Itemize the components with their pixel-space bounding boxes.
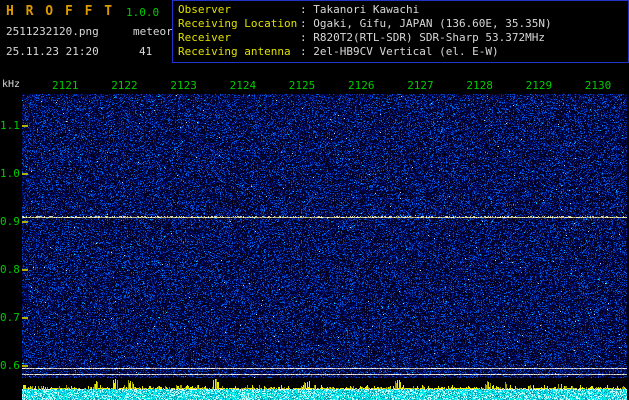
station-info-box: Observer: Takanori Kawachi Receiving Loca…	[172, 0, 629, 63]
freq-tick-label: 0.9	[0, 215, 19, 228]
activity-spikes-canvas	[22, 378, 627, 389]
time-tick-label: 2122	[111, 79, 138, 92]
app-title: H R O F F T	[6, 4, 114, 19]
spectrogram-canvas	[22, 94, 627, 378]
station-info-row: Receiving Location: Ogaki, Gifu, JAPAN (…	[178, 17, 628, 31]
noise-level-band-canvas	[22, 389, 627, 400]
timestamp: 25.11.23 21:20	[6, 45, 99, 58]
time-tick-label: 2125	[289, 79, 316, 92]
freq-axis-unit: kHz	[2, 79, 20, 90]
echo-count: 41	[139, 45, 152, 58]
time-tick-label: 2128	[466, 79, 493, 92]
output-filename: 2511232120.png	[6, 25, 99, 38]
time-tick-label: 2130	[585, 79, 612, 92]
station-info-row: Receiver: R820T2(RTL-SDR) SDR-Sharp 53.3…	[178, 31, 628, 45]
time-tick-label: 2124	[230, 79, 257, 92]
station-info-value: : 2el-HB9CV Vertical (el. E-W)	[300, 45, 499, 58]
freq-tick-label: 0.7	[0, 311, 19, 324]
mode-label: meteor	[133, 25, 173, 38]
station-info-value: : Takanori Kawachi	[300, 3, 419, 16]
freq-tick-label: 0.6	[0, 359, 19, 372]
freq-tick-label: 1.1	[0, 119, 19, 132]
station-info-label: Observer	[178, 3, 300, 17]
time-tick-label: 2123	[170, 79, 197, 92]
app-version: 1.0.0	[126, 6, 159, 19]
time-tick-label: 2129	[526, 79, 553, 92]
hrofft-output: H R O F F T 1.0.0 2511232120.png meteor …	[0, 0, 629, 400]
time-tick-label: 2121	[52, 79, 79, 92]
time-tick-label: 2127	[407, 79, 434, 92]
freq-tick-label: 0.8	[0, 263, 19, 276]
station-info-label: Receiving antenna	[178, 45, 300, 59]
station-info-value: : R820T2(RTL-SDR) SDR-Sharp 53.372MHz	[300, 31, 545, 44]
station-info-row: Receiving antenna: 2el-HB9CV Vertical (e…	[178, 45, 628, 59]
freq-tick-label: 1.0	[0, 167, 19, 180]
time-tick-label: 2126	[348, 79, 375, 92]
station-info-label: Receiving Location	[178, 17, 300, 31]
station-info-label: Receiver	[178, 31, 300, 45]
station-info-row: Observer: Takanori Kawachi	[178, 3, 628, 17]
station-info-value: : Ogaki, Gifu, JAPAN (136.60E, 35.35N)	[300, 17, 552, 30]
